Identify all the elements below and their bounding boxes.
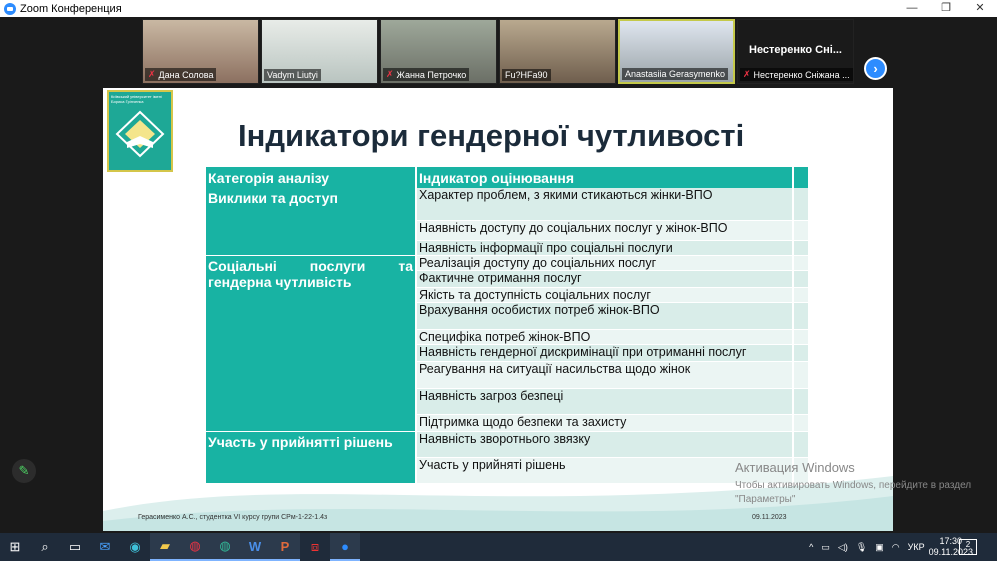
category-cell: Участь у прийнятті рішень — [206, 431, 417, 484]
participant-tile-active[interactable]: Anastasiia Gerasymenko — [618, 19, 735, 84]
participant-tile[interactable]: Vadym Liutyi — [261, 19, 378, 84]
speaker-icon[interactable]: ◁) — [838, 542, 848, 553]
window-title: Zoom Конференция — [20, 2, 122, 15]
window-titlebar: Zoom Конференция — ❐ ✕ — [0, 0, 997, 17]
acrobat-icon[interactable]: ⧈ — [300, 533, 330, 561]
book-emblem-icon — [115, 110, 165, 158]
next-page-button[interactable]: › — [864, 57, 887, 80]
indicator-cell: Реагування на ситуації насильства щодо ж… — [416, 361, 794, 389]
participant-name: Vadym Liutyi — [267, 70, 318, 80]
powerpoint-icon[interactable]: P — [270, 533, 300, 561]
participant-tile[interactable]: ✗ Жанна Петрочко — [380, 19, 497, 84]
column-header: Індикатор оцінювання — [416, 167, 794, 188]
table-row: Участь у прийнятті рішень Наявність звор… — [206, 431, 810, 484]
word-icon[interactable]: W — [240, 533, 270, 561]
slide-title: Індикатори гендерної чутливості — [238, 118, 745, 153]
university-logo: Київський університет імені Бориса Грінч… — [107, 90, 173, 172]
participant-big-label: Нестеренко Сні... — [749, 44, 842, 56]
indicator-cell: Наявність доступу до соціальних послуг у… — [416, 220, 794, 241]
slide-footer-author: Герасименко А.С., студентка VI курсу гру… — [138, 514, 328, 521]
category-cell: Виклики та доступ — [206, 188, 417, 256]
indicator-cell: Наявність загроз безпеці — [416, 388, 794, 415]
participant-name: Нестеренко Сніжана ... — [753, 69, 850, 80]
participant-tile[interactable]: Fu?HFa90 — [499, 19, 616, 84]
participant-name: Жанна Петрочко — [396, 69, 467, 80]
maximize-button[interactable]: ❐ — [929, 0, 963, 17]
windows-activation-text: Чтобы активировать Windows, перейдите в … — [735, 480, 972, 505]
muted-mic-icon: ✗ — [743, 69, 751, 79]
participant-tile[interactable]: Нестеренко Сні... ✗ Нестеренко Сніжана ..… — [737, 19, 854, 84]
windows-taskbar: ⊞ ⌕ ▭ ✉ ◉ ▰ ◍ ◍ W P ⧈ ● ^ ▭ ◁) 🎙︎ ▣ ◠ УК… — [0, 533, 997, 561]
windows-activation-title: Активация Windows — [735, 460, 855, 475]
indicator-cell: Підтримка щодо безпеки та захисту — [416, 414, 794, 432]
mail-icon[interactable]: ✉ — [90, 533, 120, 561]
language-indicator[interactable]: УКР — [908, 542, 925, 552]
participant-tile[interactable]: ✗ Дана Солова — [142, 19, 259, 84]
microphone-icon[interactable]: 🎙︎ — [856, 542, 867, 553]
table-row: Соціальні послуги та гендерна чутливість… — [206, 255, 810, 432]
indicator-cell: Характер проблем, з якими стикаються жін… — [416, 188, 794, 221]
participant-name: Anastasiia Gerasymenko — [625, 69, 726, 79]
chevron-up-icon[interactable]: ^ — [809, 542, 813, 552]
column-header-empty — [793, 167, 810, 188]
notifications-icon[interactable]: 2 — [959, 539, 977, 555]
participant-name: Fu?HFa90 — [505, 70, 548, 80]
indicator-cell: Врахування особистих потреб жінок-ВПО — [416, 302, 794, 330]
slide-footer-date: 09.11.2023 — [752, 514, 787, 521]
camera-icon[interactable]: ▣ — [875, 542, 884, 553]
table-row: Виклики та доступ Характер проблем, з як… — [206, 188, 810, 256]
indicator-cell: Специфіка потреб жінок-ВПО — [416, 329, 794, 345]
muted-mic-icon: ✗ — [148, 69, 156, 79]
indicator-cell: Фактичне отримання послуг — [416, 270, 794, 288]
indicator-cell: Наявність гендерної дискримінації при от… — [416, 344, 794, 362]
battery-icon[interactable]: ▭ — [821, 542, 830, 553]
zoom-logo-icon — [4, 2, 16, 15]
indicator-cell: Якість та доступність соціальних послуг — [416, 287, 794, 303]
participant-strip: ✗ Дана Солова Vadym Liutyi ✗ Жанна Петрочк… — [0, 17, 997, 86]
indicator-cell: Наявність зворотнього звязку — [416, 431, 794, 458]
chrome-icon[interactable]: ◍ — [180, 533, 210, 561]
indicators-table: Категорія аналізу Індикатор оцінювання В… — [206, 167, 810, 484]
category-cell: Соціальні послуги та гендерна чутливість — [206, 255, 417, 432]
annotate-pencil-icon[interactable]: ✎ — [12, 459, 36, 483]
indicator-cell: Реалізація доступу до соціальних послуг — [416, 255, 794, 271]
edge-browser-icon[interactable]: ◉ — [120, 533, 150, 561]
network-icon[interactable]: ◠ — [892, 542, 900, 553]
chrome-profile-icon[interactable]: ◍ — [210, 533, 240, 561]
close-button[interactable]: ✕ — [963, 0, 997, 17]
zoom-taskbar-icon[interactable]: ● — [330, 533, 360, 561]
file-explorer-icon[interactable]: ▰ — [150, 533, 180, 561]
minimize-button[interactable]: — — [895, 0, 929, 17]
search-icon[interactable]: ⌕ — [30, 533, 60, 561]
indicator-cell: Наявність інформації про соціальні послу… — [416, 240, 794, 256]
start-windows-icon[interactable]: ⊞ — [0, 533, 30, 561]
table-header-row: Категорія аналізу Індикатор оцінювання — [206, 167, 810, 188]
column-header: Категорія аналізу — [206, 167, 417, 188]
task-view-icon[interactable]: ▭ — [60, 533, 90, 561]
participant-name: Дана Солова — [158, 69, 214, 80]
muted-mic-icon: ✗ — [386, 69, 394, 79]
